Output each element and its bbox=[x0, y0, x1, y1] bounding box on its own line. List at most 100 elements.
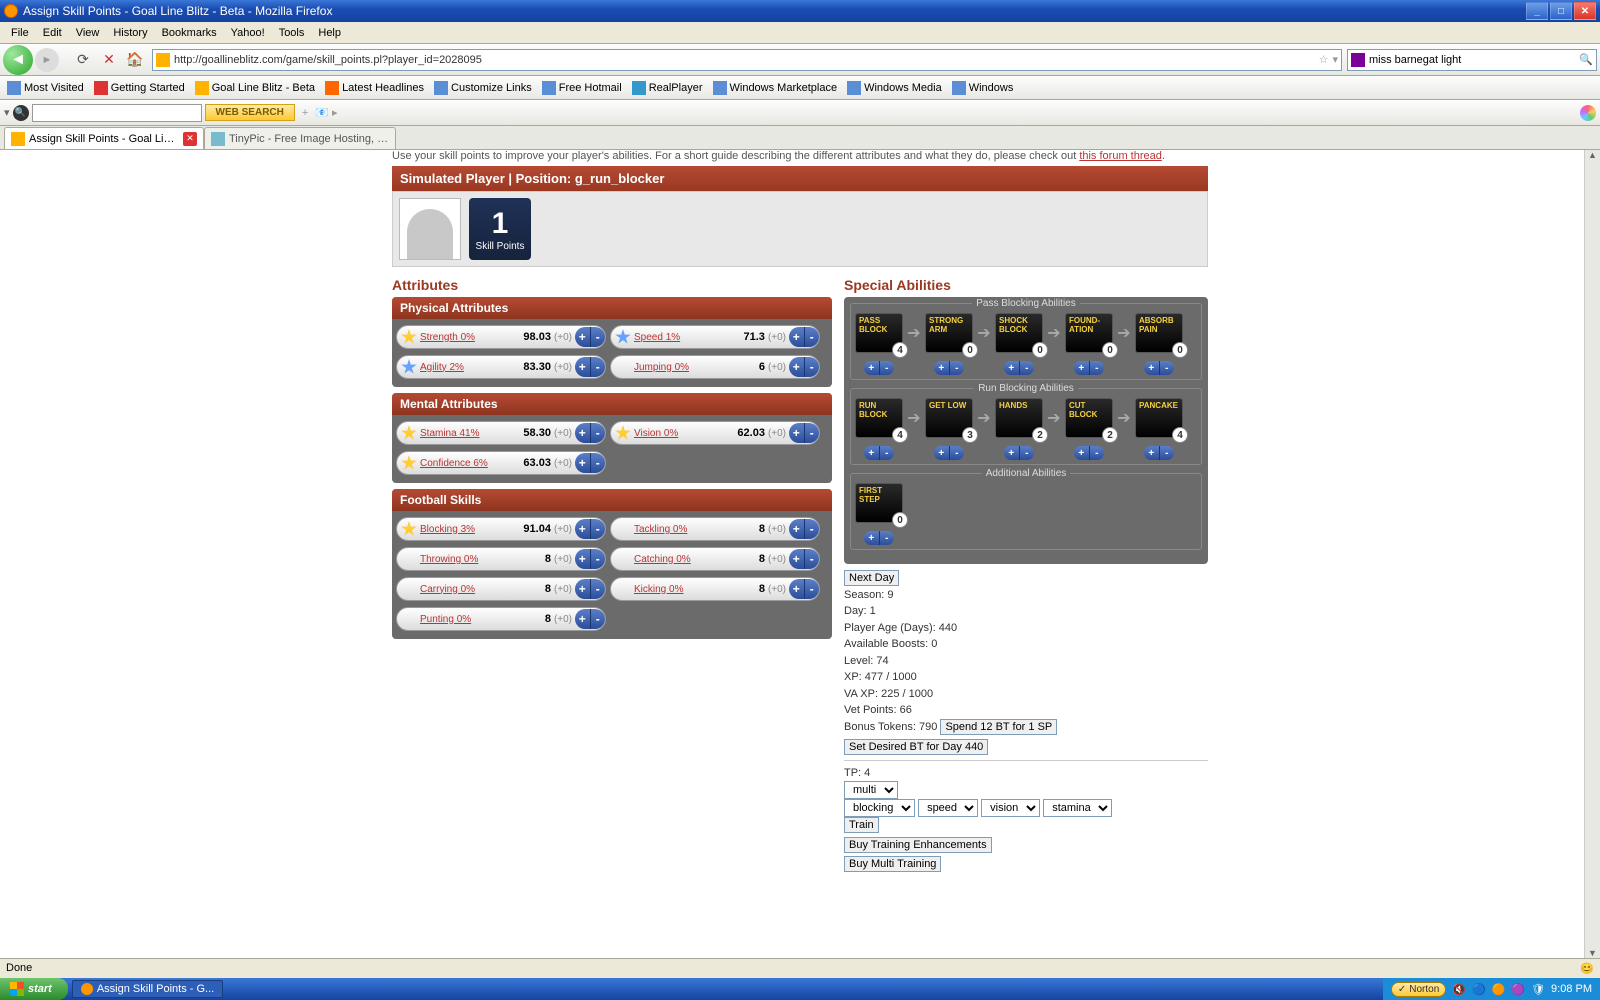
url-dropdown-icon[interactable]: ▾ bbox=[1332, 53, 1338, 66]
bookmark-item[interactable]: Windows Marketplace bbox=[710, 79, 841, 97]
minus-icon[interactable]: - bbox=[591, 357, 606, 377]
minus-icon[interactable]: - bbox=[805, 579, 820, 599]
web-search-button[interactable]: WEB SEARCH bbox=[205, 104, 295, 121]
minus-icon[interactable]: - bbox=[1160, 361, 1175, 375]
attr-plusminus[interactable]: +- bbox=[575, 453, 605, 473]
ability-plusminus[interactable]: +- bbox=[1004, 446, 1034, 460]
minus-icon[interactable]: - bbox=[805, 357, 820, 377]
minus-icon[interactable]: - bbox=[1090, 446, 1105, 460]
attr-name-link[interactable]: Blocking 3% bbox=[420, 524, 494, 535]
search-provider-icon[interactable]: 🔍 bbox=[13, 105, 29, 121]
training-attr3-select[interactable]: vision bbox=[981, 799, 1040, 817]
status-smiley-icon[interactable]: 😊 bbox=[1580, 962, 1594, 975]
norton-button[interactable]: ✓ Norton bbox=[1391, 982, 1446, 997]
plus-icon[interactable]: + bbox=[789, 579, 805, 599]
ability-card[interactable]: FOUND-ATION0 bbox=[1065, 313, 1113, 353]
plus-icon[interactable]: + bbox=[789, 357, 805, 377]
attr-name-link[interactable]: Jumping 0% bbox=[634, 362, 708, 373]
bookmark-item[interactable]: Most Visited bbox=[4, 79, 87, 97]
plus-icon[interactable]: + bbox=[575, 327, 591, 347]
minus-icon[interactable]: - bbox=[591, 327, 606, 347]
minus-icon[interactable]: - bbox=[805, 519, 820, 539]
training-attr2-select[interactable]: speed bbox=[918, 799, 978, 817]
tab-close-icon[interactable]: ✕ bbox=[183, 132, 197, 146]
ability-plusminus[interactable]: +- bbox=[1074, 361, 1104, 375]
reload-button[interactable]: ⟳ bbox=[71, 48, 95, 72]
bookmark-item[interactable]: Free Hotmail bbox=[539, 79, 625, 97]
attr-plusminus[interactable]: +- bbox=[575, 357, 605, 377]
minus-icon[interactable]: - bbox=[591, 423, 606, 443]
bookmark-star-icon[interactable]: ☆ bbox=[1319, 53, 1329, 66]
menu-edit[interactable]: Edit bbox=[36, 25, 69, 41]
spend-bt-button[interactable]: Spend 12 BT for 1 SP bbox=[940, 719, 1057, 735]
set-bt-button[interactable]: Set Desired BT for Day 440 bbox=[844, 739, 988, 755]
attr-name-link[interactable]: Agility 2% bbox=[420, 362, 494, 373]
plus-icon[interactable]: + bbox=[575, 357, 591, 377]
menu-bookmarks[interactable]: Bookmarks bbox=[155, 25, 224, 41]
toolbar-more-icon[interactable]: ▸ bbox=[332, 106, 338, 119]
training-type-select[interactable]: multi bbox=[844, 781, 898, 799]
attr-name-link[interactable]: Confidence 6% bbox=[420, 458, 494, 469]
plus-icon[interactable]: + bbox=[1004, 446, 1020, 460]
plus-icon[interactable]: + bbox=[864, 361, 880, 375]
menu-help[interactable]: Help bbox=[311, 25, 348, 41]
plus-icon[interactable]: + bbox=[1004, 361, 1020, 375]
minus-icon[interactable]: - bbox=[880, 361, 895, 375]
plus-icon[interactable]: + bbox=[789, 423, 805, 443]
ability-plusminus[interactable]: +- bbox=[1144, 446, 1174, 460]
ability-card[interactable]: CUT BLOCK2 bbox=[1065, 398, 1113, 438]
attr-plusminus[interactable]: +- bbox=[575, 519, 605, 539]
plus-icon[interactable]: + bbox=[1144, 446, 1160, 460]
menu-yahoo[interactable]: Yahoo! bbox=[224, 25, 272, 41]
minus-icon[interactable]: - bbox=[591, 609, 606, 629]
tray-icon[interactable]: 🔇 bbox=[1452, 983, 1466, 996]
buy-enhancements-button[interactable]: Buy Training Enhancements bbox=[844, 837, 992, 853]
attr-plusminus[interactable]: +- bbox=[789, 549, 819, 569]
toolbar-add-icon[interactable]: + bbox=[302, 107, 308, 119]
minus-icon[interactable]: - bbox=[591, 453, 606, 473]
ability-card[interactable]: PANCAKE4 bbox=[1135, 398, 1183, 438]
ability-card[interactable]: SHOCK BLOCK0 bbox=[995, 313, 1043, 353]
toolbar-mail-icon[interactable]: 📧 bbox=[315, 106, 329, 119]
attr-plusminus[interactable]: +- bbox=[789, 519, 819, 539]
start-button[interactable]: start bbox=[0, 978, 68, 1000]
menu-file[interactable]: File bbox=[4, 25, 36, 41]
tray-clock[interactable]: 9:08 PM bbox=[1551, 983, 1592, 995]
minus-icon[interactable]: - bbox=[1090, 361, 1105, 375]
attr-name-link[interactable]: Speed 1% bbox=[634, 332, 708, 343]
ability-plusminus[interactable]: +- bbox=[934, 446, 964, 460]
plus-icon[interactable]: + bbox=[864, 531, 880, 545]
plus-icon[interactable]: + bbox=[934, 446, 950, 460]
forward-button[interactable]: ► bbox=[35, 48, 59, 72]
toolbar-settings-icon[interactable] bbox=[1580, 105, 1596, 121]
tab-inactive[interactable]: TinyPic - Free Image Hosting, Photo Sh..… bbox=[204, 127, 396, 149]
maximize-button[interactable]: □ bbox=[1550, 2, 1572, 20]
bookmark-item[interactable]: Getting Started bbox=[91, 79, 188, 97]
minus-icon[interactable]: - bbox=[805, 327, 820, 347]
tray-icon[interactable]: 🟣 bbox=[1511, 983, 1525, 996]
attr-name-link[interactable]: Stamina 41% bbox=[420, 428, 494, 439]
next-day-button[interactable]: Next Day bbox=[844, 570, 899, 586]
attr-plusminus[interactable]: +- bbox=[575, 579, 605, 599]
minus-icon[interactable]: - bbox=[805, 423, 820, 443]
attr-plusminus[interactable]: +- bbox=[789, 423, 819, 443]
plus-icon[interactable]: + bbox=[575, 609, 591, 629]
plus-icon[interactable]: + bbox=[1074, 361, 1090, 375]
minus-icon[interactable]: - bbox=[1020, 361, 1035, 375]
attr-name-link[interactable]: Strength 0% bbox=[420, 332, 494, 343]
menu-view[interactable]: View bbox=[69, 25, 107, 41]
attr-name-link[interactable]: Throwing 0% bbox=[420, 554, 494, 565]
minus-icon[interactable]: - bbox=[880, 446, 895, 460]
minus-icon[interactable]: - bbox=[880, 531, 895, 545]
train-button[interactable]: Train bbox=[844, 817, 879, 833]
minus-icon[interactable]: - bbox=[950, 446, 965, 460]
tray-icon[interactable]: 🛡 bbox=[1531, 983, 1545, 996]
training-attr1-select[interactable]: blocking bbox=[844, 799, 915, 817]
minus-icon[interactable]: - bbox=[1020, 446, 1035, 460]
minus-icon[interactable]: - bbox=[805, 549, 820, 569]
plus-icon[interactable]: + bbox=[789, 549, 805, 569]
yahoo-search-input[interactable] bbox=[32, 104, 202, 122]
buy-multi-button[interactable]: Buy Multi Training bbox=[844, 856, 941, 872]
browser-search-box[interactable]: miss barnegat light 🔍 bbox=[1347, 49, 1597, 71]
minus-icon[interactable]: - bbox=[591, 519, 606, 539]
